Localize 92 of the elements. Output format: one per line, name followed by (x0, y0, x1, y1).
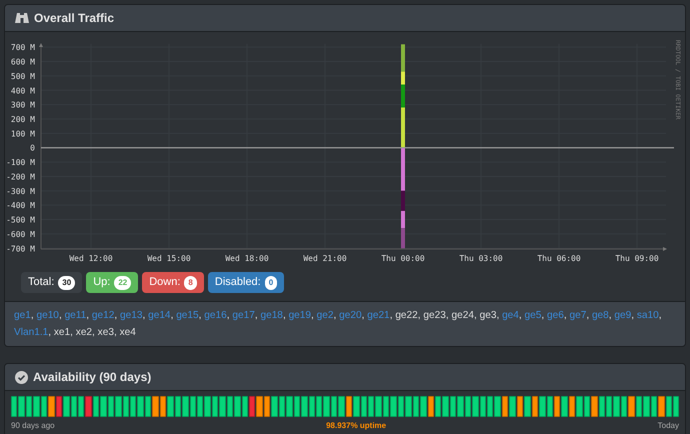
uptime-text: 98.937% uptime (326, 420, 386, 432)
port-link[interactable]: ge11 (64, 310, 86, 321)
check-circle-icon (15, 370, 28, 384)
y-axis-label: -300 M (6, 186, 35, 196)
down-count-button[interactable]: Down: 8 (142, 272, 204, 293)
separator-text: , (608, 310, 612, 321)
panel-title: Availability (90 days) (33, 369, 152, 386)
y-axis-label: -200 M (6, 172, 35, 182)
port-link[interactable]: sa10 (636, 310, 659, 321)
y-axis-label: 100 M (10, 129, 35, 138)
port-link[interactable]: ge15 (176, 310, 199, 321)
binoculars-icon (15, 12, 29, 24)
port-link[interactable]: ge4 (502, 310, 519, 321)
x-axis-label: Thu 00:00 (381, 254, 425, 263)
port-link[interactable]: ge19 (288, 310, 312, 321)
y-axis-label: -100 M (6, 158, 35, 168)
port-link[interactable]: ge18 (260, 310, 283, 321)
port-name: xe1 (54, 327, 70, 338)
port-name: xe4 (120, 327, 136, 338)
separator-text: , (496, 310, 500, 321)
x-axis-label: Wed 21:00 (303, 254, 347, 263)
x-axis-label: Thu 06:00 (537, 254, 581, 263)
port-link[interactable]: ge17 (232, 310, 255, 321)
separator-text: , (70, 327, 73, 338)
x-axis-label: Wed 15:00 (147, 254, 191, 263)
separator-text: , (518, 310, 522, 321)
separator-text: , (58, 310, 62, 321)
separator-text: , (114, 310, 118, 321)
y-axis-label: 700 M (10, 43, 35, 52)
port-link[interactable]: ge10 (36, 310, 59, 321)
separator-text: , (170, 310, 174, 321)
y-axis-label: 200 M (10, 115, 35, 124)
x-axis-label: Thu 03:00 (459, 254, 503, 263)
y-axis-label: 400 M (10, 86, 35, 96)
separator-text: , (541, 310, 544, 321)
port-link[interactable]: ge16 (204, 310, 227, 321)
up-count-button[interactable]: Up: 22 (86, 272, 138, 293)
port-link[interactable]: ge14 (148, 310, 171, 321)
port-link[interactable]: ge5 (524, 310, 542, 321)
separator-text: , (226, 310, 230, 321)
separator-text: , (142, 310, 146, 321)
separator-text: , (311, 310, 314, 321)
range-end-label: Today (658, 420, 679, 432)
x-axis-label: Wed 18:00 (225, 254, 269, 263)
separator-text: , (418, 310, 421, 321)
separator-text: , (114, 327, 117, 338)
separator-text: , (334, 310, 336, 321)
y-axis-label: 300 M (10, 100, 35, 110)
port-name: ge24 (452, 310, 474, 321)
x-axis-label: Wed 12:00 (69, 254, 113, 263)
separator-text: , (631, 310, 634, 321)
range-start-label: 90 days ago (11, 420, 55, 432)
y-axis-label: -700 M (6, 244, 35, 254)
separator-text: , (86, 310, 90, 321)
port-name: xe3 (98, 327, 114, 338)
port-link[interactable]: ge21 (367, 310, 390, 321)
port-link[interactable]: ge20 (339, 310, 362, 321)
separator-text: , (474, 310, 477, 321)
separator-text: , (390, 310, 392, 321)
port-link[interactable]: ge12 (92, 310, 114, 321)
separator-text: , (48, 327, 52, 338)
separator-text: , (446, 310, 449, 321)
separator-text: , (362, 310, 364, 321)
port-link[interactable]: ge2 (316, 310, 334, 321)
separator-text: , (30, 310, 34, 321)
port-name: ge3 (480, 310, 496, 321)
port-link[interactable]: ge8 (592, 310, 609, 321)
port-link[interactable]: ge6 (547, 310, 564, 321)
y-axis-label: 600 M (10, 58, 35, 67)
separator-text: , (198, 310, 202, 321)
separator-text: , (92, 327, 95, 338)
separator-text: , (254, 310, 258, 321)
port-name: ge23 (423, 310, 446, 321)
port-link[interactable]: ge7 (569, 310, 586, 321)
port-name: xe2 (76, 327, 92, 338)
separator-text: , (564, 310, 567, 321)
separator-text: , (658, 310, 662, 321)
y-axis-label: -400 M (6, 201, 35, 210)
port-link[interactable]: Vlan1.1 (14, 327, 48, 338)
y-axis-label: -600 M (6, 230, 35, 239)
port-link[interactable]: ge1 (14, 310, 31, 321)
separator-text: , (586, 310, 590, 321)
y-axis-label: -500 M (6, 216, 35, 225)
separator-text: , (282, 310, 286, 321)
port-name: ge22 (395, 310, 418, 321)
y-axis-label: 500 M (10, 72, 35, 81)
total-count-button[interactable]: Total: 30 (21, 272, 82, 293)
port-link[interactable]: ge13 (120, 310, 142, 321)
panel-title: Overall Traffic (34, 10, 114, 27)
port-link[interactable]: ge9 (614, 310, 632, 321)
x-axis-label: Thu 09:00 (615, 254, 659, 263)
y-axis-label: 0 (30, 144, 35, 153)
